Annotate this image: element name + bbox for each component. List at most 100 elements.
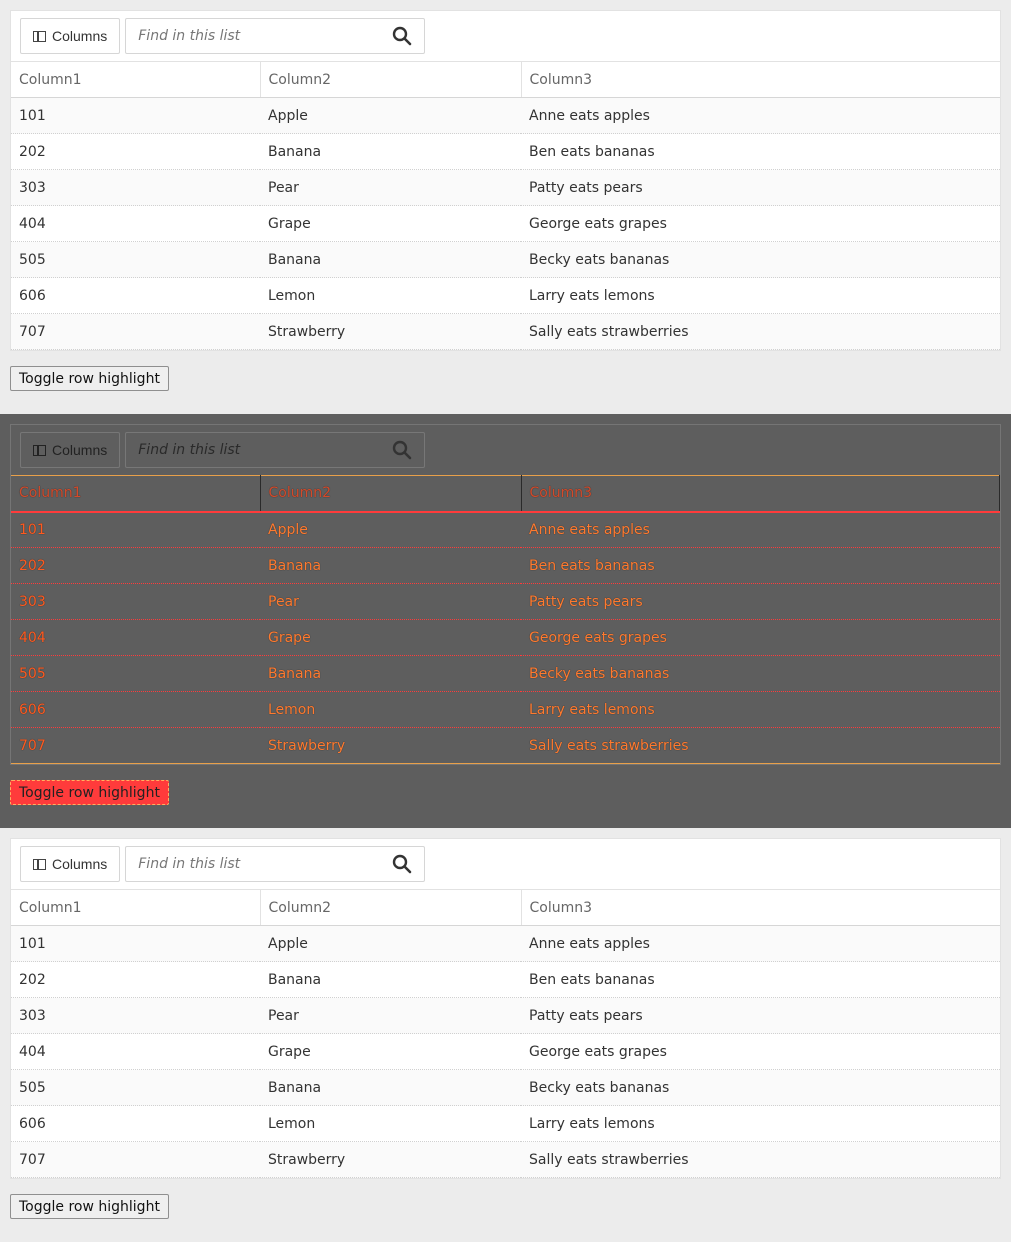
table-row[interactable]: 606 Lemon Larry eats lemons (11, 1105, 1000, 1142)
toolbar: Columns (11, 425, 1000, 475)
toolbar: Columns (11, 11, 1000, 61)
columns-button[interactable]: Columns (20, 846, 121, 882)
table-cell: Apple (260, 511, 521, 548)
column-header[interactable]: Column3 (521, 889, 1000, 926)
data-table: Column1 Column2 Column3 101 Apple Anne eats … (11, 61, 1000, 350)
table-cell: Lemon (260, 277, 521, 314)
table-cell: George eats grapes (521, 619, 1000, 656)
table-cell: Lemon (260, 691, 521, 728)
table-cell: Patty eats pears (521, 583, 1000, 620)
search-input[interactable] (138, 28, 393, 44)
table-row[interactable]: 505 Banana Becky eats bananas (11, 241, 1000, 278)
toggle-row-highlight-button[interactable]: Toggle row highlight (10, 780, 169, 805)
table-cell: 606 (11, 277, 260, 314)
table-row[interactable]: 606 Lemon Larry eats lemons (11, 691, 1000, 728)
list-section: Columns Column1Column2Column3 101AppleAn… (0, 828, 1011, 1242)
table-cell: Larry eats lemons (521, 1105, 1000, 1142)
table-cell: Ben eats bananas (521, 961, 1000, 998)
table-row[interactable]: 606 Lemon Larry eats lemons (11, 277, 1000, 314)
table-cell: Larry eats lemons (521, 277, 1000, 314)
table-cell: Banana (260, 133, 521, 170)
table-header: Column1 Column2 Column3 (11, 475, 1000, 513)
columns-button[interactable]: Columns (20, 432, 121, 468)
search-icon[interactable] (392, 26, 412, 46)
columns-icon (33, 444, 46, 456)
table-row[interactable]: 404 Grape George eats grapes (11, 205, 1000, 242)
table-cell: 101 (11, 925, 260, 962)
table-cell: 101 (11, 511, 260, 548)
column-header[interactable]: Column3 (521, 61, 1000, 98)
toggle-row-highlight-button[interactable]: Toggle row highlight (10, 1194, 169, 1219)
table-row[interactable]: 101 Apple Anne eats apples (11, 97, 1000, 134)
table-row[interactable]: 707 Strawberry Sally eats strawberries (11, 727, 1000, 764)
search-icon[interactable] (392, 854, 412, 874)
table-row[interactable]: 404 Grape George eats grapes (11, 1033, 1000, 1070)
table-row[interactable]: 707 Strawberry Sally eats strawberries (11, 313, 1000, 350)
table-row[interactable]: 404 Grape George eats grapes (11, 619, 1000, 656)
table-row[interactable]: 707 Strawberry Sally eats strawberries (11, 1141, 1000, 1178)
column-header[interactable]: Column3 (521, 475, 1000, 513)
columns-button-label: Columns (52, 442, 108, 458)
table-cell: Larry eats lemons (521, 691, 1000, 728)
header-row: Column1 Column2 Column3 (11, 889, 1000, 926)
table-header: Column1 Column2 Column3 (11, 889, 1000, 926)
column-header[interactable]: Column2 (260, 61, 522, 98)
search-box[interactable] (125, 18, 426, 54)
table-row[interactable]: 202 Banana Ben eats bananas (11, 961, 1000, 998)
table-cell: Becky eats bananas (521, 1069, 1000, 1106)
table-row[interactable]: 505 Banana Becky eats bananas (11, 655, 1000, 692)
columns-icon (33, 858, 46, 870)
table-cell: Banana (260, 241, 521, 278)
table-row[interactable]: 303 Pear Patty eats pears (11, 583, 1000, 620)
table-cell: Becky eats bananas (521, 241, 1000, 278)
columns-button-label: Columns (52, 856, 108, 872)
column-header[interactable]: Column1 (11, 475, 261, 513)
table-row[interactable]: 101 Apple Anne eats apples (11, 925, 1000, 962)
table-cell: Grape (260, 1033, 521, 1070)
list-section: Columns Column1Column2Column3 101AppleAn… (0, 414, 1011, 828)
columns-button[interactable]: Columns (20, 18, 121, 54)
table-cell: Grape (260, 205, 521, 242)
search-input[interactable] (138, 856, 393, 872)
search-box[interactable] (125, 432, 426, 468)
table-cell: Pear (260, 997, 521, 1034)
table-cell: George eats grapes (521, 205, 1000, 242)
table-cell: 303 (11, 169, 260, 206)
table-cell: Anne eats apples (521, 925, 1000, 962)
table-cell: 707 (11, 727, 260, 764)
table-cell: Strawberry (260, 1141, 521, 1178)
column-header[interactable]: Column1 (11, 61, 261, 98)
table-cell: Ben eats bananas (521, 133, 1000, 170)
table-cell: 404 (11, 205, 260, 242)
table-cell: Anne eats apples (521, 97, 1000, 134)
table-cell: 303 (11, 583, 260, 620)
table-row[interactable]: 505 Banana Becky eats bananas (11, 1069, 1000, 1106)
table-row[interactable]: 303 Pear Patty eats pears (11, 169, 1000, 206)
table-cell: Grape (260, 619, 521, 656)
table-cell: Strawberry (260, 727, 521, 764)
table-cell: Patty eats pears (521, 169, 1000, 206)
table-cell: Patty eats pears (521, 997, 1000, 1034)
table-body: 101 Apple Anne eats apples 202 Banana Ben eat… (11, 925, 1000, 1178)
search-input[interactable] (138, 442, 393, 458)
table-row[interactable]: 101 Apple Anne eats apples (11, 511, 1000, 548)
search-box[interactable] (125, 846, 426, 882)
table-row[interactable]: 202 Banana Ben eats bananas (11, 133, 1000, 170)
table-cell: Pear (260, 169, 521, 206)
search-icon[interactable] (392, 440, 412, 460)
table-row[interactable]: 303 Pear Patty eats pears (11, 997, 1000, 1034)
table-body: 101 Apple Anne eats apples 202 Banana Ben eat… (11, 511, 1000, 764)
column-header[interactable]: Column2 (260, 889, 522, 926)
table-cell: 505 (11, 1069, 260, 1106)
table-cell: Sally eats strawberries (521, 727, 1000, 764)
table-cell: 101 (11, 97, 260, 134)
table-row[interactable]: 202 Banana Ben eats bananas (11, 547, 1000, 584)
header-row: Column1 Column2 Column3 (11, 61, 1000, 98)
column-header[interactable]: Column1 (11, 889, 261, 926)
table-cell: Banana (260, 655, 521, 692)
column-header[interactable]: Column2 (260, 475, 522, 513)
toggle-row-highlight-button[interactable]: Toggle row highlight (10, 366, 169, 391)
table-cell: 202 (11, 961, 260, 998)
data-table: Column1 Column2 Column3 101 Apple Anne eats … (11, 889, 1000, 1178)
toolbar: Columns (11, 839, 1000, 889)
